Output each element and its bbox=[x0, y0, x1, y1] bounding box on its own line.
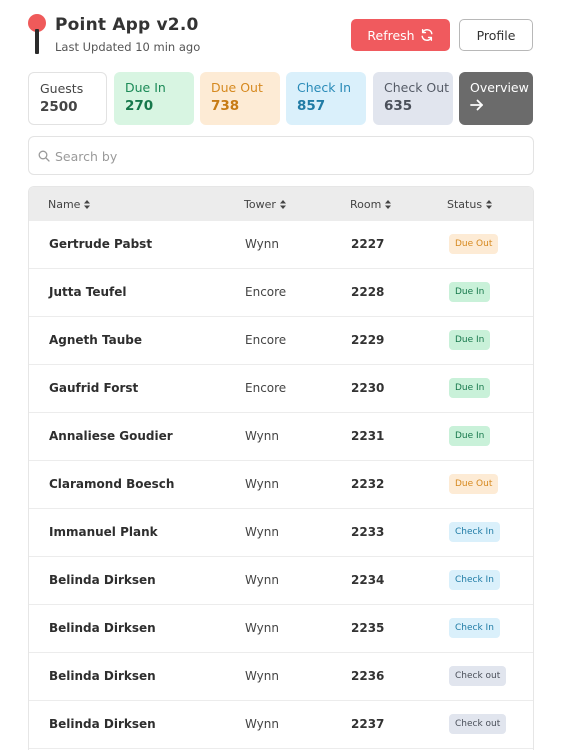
stat-label-check-in: Check In bbox=[297, 80, 352, 95]
profile-button[interactable]: Profile bbox=[459, 19, 533, 51]
guest-tower: Wynn bbox=[245, 573, 279, 587]
stat-card-check-out[interactable]: Check Out 635 bbox=[373, 72, 453, 125]
status-badge: Check out bbox=[449, 714, 507, 734]
column-header-room[interactable]: Room bbox=[350, 198, 392, 211]
status-badge: Check In bbox=[449, 570, 500, 590]
last-updated-text: Last Updated 10 min ago bbox=[55, 40, 201, 54]
guest-room: 2234 bbox=[351, 573, 385, 587]
status-badge: Due In bbox=[449, 282, 491, 302]
table-row[interactable]: Immanuel Plank Wynn 2233 Check In bbox=[29, 509, 533, 557]
column-label-name: Name bbox=[48, 198, 81, 211]
stat-label-guests: Guests bbox=[40, 81, 84, 96]
guest-name: Claramond Boesch bbox=[49, 477, 175, 491]
guest-room: 2229 bbox=[351, 333, 385, 347]
guest-tower: Wynn bbox=[245, 237, 279, 251]
guest-room: 2237 bbox=[351, 717, 385, 731]
stat-card-due-in[interactable]: Due In 270 bbox=[114, 72, 194, 125]
status-badge: Due Out bbox=[449, 234, 499, 254]
overview-button[interactable]: Overview bbox=[459, 72, 533, 125]
sort-icon bbox=[486, 200, 493, 209]
status-badge: Check In bbox=[449, 618, 500, 638]
guest-name: Belinda Dirksen bbox=[49, 717, 156, 731]
guest-name: Belinda Dirksen bbox=[49, 669, 156, 683]
stat-value-check-out: 635 bbox=[384, 98, 413, 114]
guest-name: Annaliese Goudier bbox=[49, 429, 173, 443]
stat-card-due-out[interactable]: Due Out 738 bbox=[200, 72, 280, 125]
table-row[interactable]: Belinda Dirksen Wynn 2234 Check In bbox=[29, 557, 533, 605]
arrow-right-icon bbox=[470, 99, 483, 111]
table-row[interactable]: Belinda Dirksen Wynn 2236 Check out bbox=[29, 653, 533, 701]
table-row[interactable]: Annaliese Goudier Wynn 2231 Due In bbox=[29, 413, 533, 461]
sort-icon bbox=[279, 200, 286, 209]
guest-tower: Encore bbox=[245, 381, 287, 395]
table-header: Name Tower Room Status bbox=[29, 187, 533, 221]
table-row[interactable]: Belinda Dirksen Wynn 2235 Check In bbox=[29, 605, 533, 653]
guest-name: Gertrude Pabst bbox=[49, 237, 153, 251]
guest-room: 2235 bbox=[351, 621, 385, 635]
guest-room: 2228 bbox=[351, 285, 385, 299]
status-badge: Due In bbox=[449, 378, 491, 398]
search-input[interactable] bbox=[55, 145, 515, 167]
search-icon bbox=[38, 150, 50, 162]
guest-room: 2231 bbox=[351, 429, 385, 443]
guest-name: Belinda Dirksen bbox=[49, 573, 156, 587]
guest-name: Immanuel Plank bbox=[49, 525, 158, 539]
status-badge: Due In bbox=[449, 426, 491, 446]
guest-tower: Wynn bbox=[245, 525, 279, 539]
app-logo-pin-icon bbox=[28, 14, 46, 56]
guest-table: Name Tower Room Status Gertrude Pabst Wy… bbox=[28, 186, 534, 750]
guest-room: 2232 bbox=[351, 477, 385, 491]
guest-room: 2233 bbox=[351, 525, 385, 539]
guest-tower: Wynn bbox=[245, 477, 279, 491]
overview-label: Overview bbox=[470, 80, 529, 95]
guest-name: Agneth Taube bbox=[49, 333, 143, 347]
status-badge: Due In bbox=[449, 330, 491, 350]
sort-icon bbox=[84, 200, 91, 209]
column-header-status[interactable]: Status bbox=[447, 198, 493, 211]
column-label-room: Room bbox=[350, 198, 382, 211]
stat-card-check-in[interactable]: Check In 857 bbox=[286, 72, 366, 125]
table-row[interactable]: Jutta Teufel Encore 2228 Due In bbox=[29, 269, 533, 317]
guest-name: Gaufrid Forst bbox=[49, 381, 139, 395]
guest-tower: Encore bbox=[245, 285, 287, 299]
guest-room: 2236 bbox=[351, 669, 385, 683]
stat-value-check-in: 857 bbox=[297, 98, 326, 114]
stat-label-check-out: Check Out bbox=[384, 80, 450, 95]
column-label-status: Status bbox=[447, 198, 483, 211]
guest-tower: Wynn bbox=[245, 621, 279, 635]
guest-room: 2230 bbox=[351, 381, 385, 395]
stat-value-due-in: 270 bbox=[125, 98, 154, 114]
status-badge: Check In bbox=[449, 522, 500, 542]
stat-label-due-in: Due In bbox=[125, 80, 166, 95]
guest-tower: Wynn bbox=[245, 669, 279, 683]
guest-name: Jutta Teufel bbox=[49, 285, 127, 299]
search-box[interactable] bbox=[28, 136, 534, 175]
table-row[interactable]: Claramond Boesch Wynn 2232 Due Out bbox=[29, 461, 533, 509]
guest-tower: Encore bbox=[245, 333, 287, 347]
table-row[interactable]: Gertrude Pabst Wynn 2227 Due Out bbox=[29, 221, 533, 269]
refresh-button[interactable]: Refresh bbox=[351, 19, 450, 51]
guest-tower: Wynn bbox=[245, 717, 279, 731]
status-badge: Due Out bbox=[449, 474, 499, 494]
table-row[interactable]: Gaufrid Forst Encore 2230 Due In bbox=[29, 365, 533, 413]
column-header-name[interactable]: Name bbox=[48, 198, 91, 211]
guest-room: 2227 bbox=[351, 237, 385, 251]
sort-icon bbox=[385, 200, 392, 209]
app-title: Point App v2.0 bbox=[55, 15, 199, 35]
guest-name: Belinda Dirksen bbox=[49, 621, 156, 635]
status-badge: Check out bbox=[449, 666, 507, 686]
table-row[interactable]: Belinda Dirksen Wynn 2237 Check out bbox=[29, 701, 533, 749]
column-header-tower[interactable]: Tower bbox=[244, 198, 286, 211]
column-label-tower: Tower bbox=[244, 198, 276, 211]
refresh-button-label: Refresh bbox=[367, 27, 415, 43]
stat-value-due-out: 738 bbox=[211, 98, 240, 114]
guest-tower: Wynn bbox=[245, 429, 279, 443]
stat-label-due-out: Due Out bbox=[211, 80, 263, 95]
stat-card-guests[interactable]: Guests 2500 bbox=[28, 72, 107, 125]
table-row[interactable]: Agneth Taube Encore 2229 Due In bbox=[29, 317, 533, 365]
stat-value-guests: 2500 bbox=[40, 99, 78, 115]
refresh-icon bbox=[421, 29, 433, 41]
